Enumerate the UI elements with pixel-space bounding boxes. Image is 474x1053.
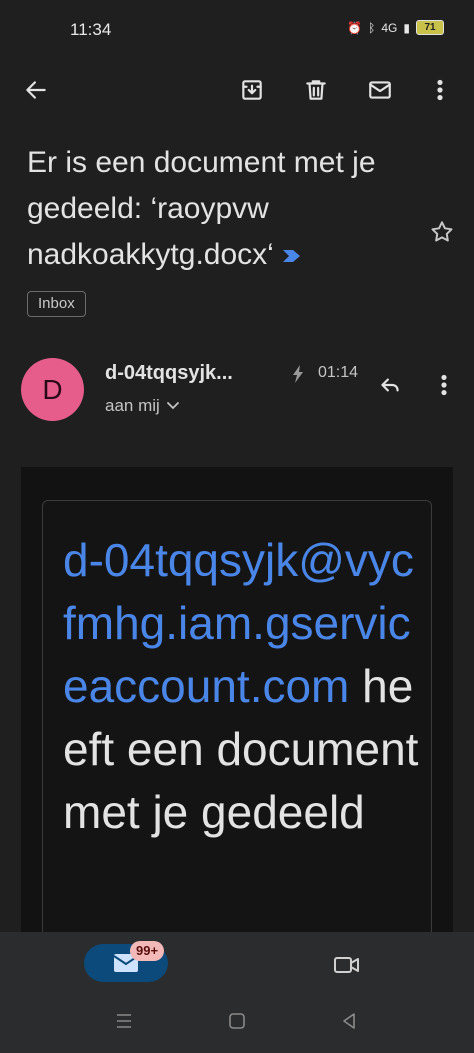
sender-name[interactable]: d-04tqqsyjk... — [105, 362, 233, 385]
back-button[interactable] — [16, 70, 56, 110]
back-arrow-icon — [26, 81, 46, 99]
square-home-icon — [229, 1013, 245, 1029]
bluetooth-icon: ᛒ — [368, 20, 376, 35]
video-camera-icon — [334, 957, 359, 973]
recipient-label: aan mij — [105, 396, 160, 415]
status-icons: ⏰ ᛒ 4G ▮ 71 — [347, 20, 444, 35]
bolt-icon — [290, 364, 306, 389]
app-bar — [0, 60, 474, 124]
mark-unread-button[interactable] — [360, 70, 400, 110]
email-body: d-04tqqsyjk@vycfmhg.iam.gserviceaccount.… — [21, 467, 453, 937]
battery-level: 71 — [424, 22, 436, 33]
star-icon — [431, 221, 453, 242]
email-subject: Er is een document met je gedeeld: ‘raoy… — [27, 140, 417, 279]
meet-tab[interactable] — [330, 948, 364, 982]
sender-avatar[interactable]: D — [21, 358, 84, 421]
status-time: 11:34 — [70, 20, 112, 39]
archive-icon — [242, 80, 262, 100]
archive-button[interactable] — [232, 70, 272, 110]
email-subject-text: Er is een document met je gedeeld: ‘raoy… — [27, 146, 376, 271]
menu-lines-icon — [117, 1014, 131, 1028]
more-vertical-icon — [437, 79, 443, 101]
delete-button[interactable] — [296, 70, 336, 110]
alarm-icon: ⏰ — [347, 20, 363, 35]
avatar-initial: D — [42, 373, 63, 405]
system-back-button[interactable] — [340, 1012, 358, 1035]
inbox-label-chip[interactable]: Inbox — [27, 291, 86, 317]
status-bar: 11:34 ⏰ ᛒ 4G ▮ 71 — [0, 0, 474, 60]
unread-count-badge: 99+ — [130, 941, 165, 961]
triangle-back-icon — [343, 1013, 355, 1029]
more-options-button[interactable] — [420, 70, 460, 110]
trash-icon — [306, 80, 326, 100]
chevron-down-icon — [166, 402, 179, 410]
email-body-card: d-04tqqsyjk@vycfmhg.iam.gserviceaccount.… — [42, 500, 432, 937]
star-button[interactable] — [422, 212, 462, 252]
signal-icon: ▮ — [403, 20, 410, 35]
reply-button[interactable] — [370, 365, 410, 405]
recipient-details-toggle[interactable]: aan mij — [105, 396, 180, 416]
email-body-text: d-04tqqsyjk@vycfmhg.iam.gserviceaccount.… — [63, 529, 423, 844]
bottom-navigation: 99+ — [0, 932, 474, 1053]
recents-button[interactable] — [114, 1012, 134, 1035]
more-vertical-icon — [441, 374, 447, 396]
message-more-button[interactable] — [424, 365, 464, 405]
battery-icon: 71 — [416, 20, 444, 35]
mail-icon — [369, 81, 391, 99]
home-button[interactable] — [228, 1012, 246, 1035]
network-label: 4G — [381, 20, 398, 35]
sent-time: 01:14 — [318, 364, 359, 381]
reply-icon — [381, 378, 399, 392]
importance-marker-icon[interactable] — [280, 233, 304, 279]
